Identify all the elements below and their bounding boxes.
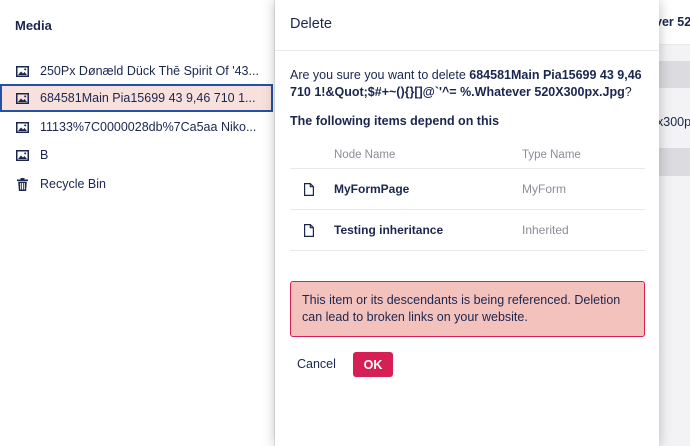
media-tree: Media 250Px Dønæld Dück Thē Spirit Of '4… xyxy=(0,0,275,446)
image-icon xyxy=(15,91,29,105)
node-type: Inherited xyxy=(522,223,569,237)
document-icon xyxy=(290,223,334,237)
image-icon xyxy=(15,148,29,162)
table-row: Testing inheritance Inherited xyxy=(290,210,645,251)
image-icon xyxy=(15,120,29,134)
tree-item-media-2[interactable]: 684581Main Pia15699 43 9,46 710 1... xyxy=(0,84,273,112)
tree-item-media-3[interactable]: 11133%7C0000028db%7Ca5aa Niko... xyxy=(0,113,273,141)
background-row xyxy=(659,61,690,88)
delete-confirmation-text: Are you sure you want to delete 684581Ma… xyxy=(290,67,645,101)
background-row-text: x300p xyxy=(659,115,690,129)
node-name-link[interactable]: Testing inheritance xyxy=(334,223,522,237)
column-type-name: Type Name xyxy=(522,148,581,161)
tree-item-label: 250Px Dønæld Dück Thē Spirit Of '43... xyxy=(40,64,259,78)
ok-button[interactable]: OK xyxy=(353,352,393,377)
tree-item-label: Recycle Bin xyxy=(40,177,106,191)
reference-warning: This item or its descendants is being re… xyxy=(290,281,645,337)
column-node-name: Node Name xyxy=(334,148,396,161)
table-row: MyFormPage MyForm xyxy=(290,169,645,210)
dependents-table: Node Name Type Name MyFormPage MyForm Te… xyxy=(290,141,645,251)
question-suffix: ? xyxy=(624,85,632,99)
background-header-text: ver 52 xyxy=(659,15,690,29)
background-content: ver 52 x300p xyxy=(659,0,690,446)
tree-item-label: 11133%7C0000028db%7Ca5aa Niko... xyxy=(40,120,257,134)
dependents-title: The following items depend on this xyxy=(290,114,500,128)
tree-item-media-4[interactable]: B xyxy=(0,141,273,169)
document-icon xyxy=(290,182,334,196)
tree-item-label: B xyxy=(40,148,49,162)
delete-dialog: Delete Are you sure you want to delete 6… xyxy=(275,0,659,446)
trash-icon xyxy=(15,177,29,191)
dialog-header: Delete xyxy=(275,0,659,51)
node-type: MyForm xyxy=(522,182,566,196)
background-row xyxy=(659,148,690,176)
table-header: Node Name Type Name xyxy=(290,141,645,169)
tree-item-recycle-bin[interactable]: Recycle Bin xyxy=(0,170,273,198)
question-prefix: Are you sure you want to delete xyxy=(290,68,470,82)
dialog-title: Delete xyxy=(290,16,332,32)
tree-item-label: 684581Main Pia15699 43 9,46 710 1... xyxy=(40,91,256,105)
background-header: ver 52 xyxy=(659,0,690,45)
tree-item-media-1[interactable]: 250Px Dønæld Dück Thē Spirit Of '43... xyxy=(0,57,273,85)
tree-title: Media xyxy=(15,18,52,33)
cancel-button[interactable]: Cancel xyxy=(297,352,336,376)
image-icon xyxy=(15,64,29,78)
node-name-link[interactable]: MyFormPage xyxy=(334,182,522,196)
